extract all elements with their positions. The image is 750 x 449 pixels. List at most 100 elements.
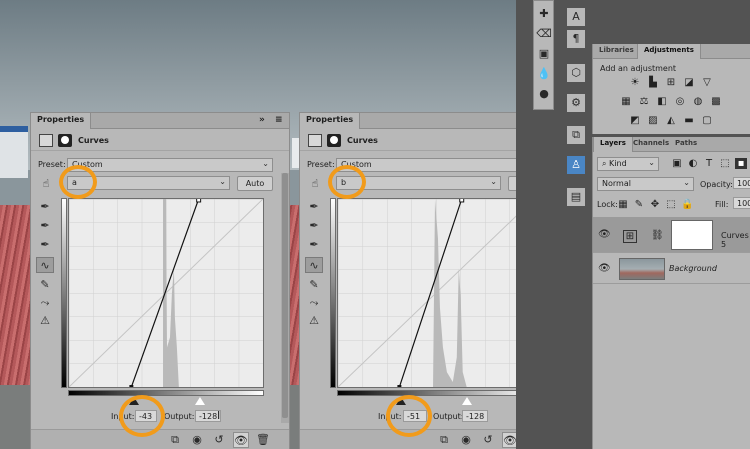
filter-kind-select[interactable]: ⌕ Kind ⌄ bbox=[597, 157, 659, 171]
properties-tab[interactable]: Properties bbox=[31, 113, 92, 129]
settings-icon[interactable]: ⚙ bbox=[567, 94, 585, 112]
fill-field[interactable]: 100% bbox=[733, 197, 750, 209]
channel-select[interactable]: b ⌄ bbox=[336, 176, 501, 190]
clone-source-icon[interactable]: ⧉ bbox=[567, 126, 585, 144]
artboard-icon[interactable]: ⬚ bbox=[665, 199, 677, 210]
eyedropper-gray-icon[interactable]: ✒ bbox=[36, 218, 54, 234]
eyedropper-black-icon[interactable]: ✒ bbox=[36, 199, 54, 215]
delete-icon[interactable]: 🗑 bbox=[255, 432, 271, 448]
hue-saturation-icon[interactable]: ▦ bbox=[620, 96, 632, 107]
input-field[interactable]: -43 bbox=[135, 410, 157, 422]
eyedropper-white-icon[interactable]: ✒ bbox=[36, 237, 54, 253]
reset-icon[interactable]: ↺ bbox=[480, 432, 496, 448]
black-white-icon[interactable]: ◧ bbox=[656, 96, 668, 107]
smooth-icon[interactable]: ⤳ bbox=[36, 295, 54, 311]
tab-adjustments[interactable]: Adjustments bbox=[637, 44, 701, 59]
filter-adjustment-icon[interactable]: ◐ bbox=[687, 158, 699, 169]
layer-row-background[interactable]: 👁 Background bbox=[593, 254, 750, 284]
white-point-slider[interactable] bbox=[462, 397, 472, 405]
gradient-map-icon[interactable]: ▬ bbox=[683, 115, 695, 126]
color-balance-icon[interactable]: ⚖ bbox=[638, 96, 650, 107]
dodge-icon[interactable]: ● bbox=[535, 85, 553, 103]
curve-point-start[interactable] bbox=[397, 385, 402, 388]
clipping-warning-icon[interactable]: ⚠ bbox=[36, 313, 54, 329]
color-lookup-icon[interactable]: ▩ bbox=[710, 96, 722, 107]
black-point-slider[interactable] bbox=[129, 397, 139, 405]
clipping-warning-icon[interactable]: ⚠ bbox=[305, 313, 323, 329]
eyedropper-black-icon[interactable]: ✒ bbox=[305, 199, 323, 215]
tab-libraries[interactable]: Libraries bbox=[593, 44, 640, 59]
filter-smart-object-icon[interactable]: ▪ bbox=[735, 158, 747, 169]
threshold-icon[interactable]: ◭ bbox=[665, 115, 677, 126]
properties-collapsed-icon[interactable]: ♙ bbox=[567, 156, 585, 174]
clip-to-layer-icon[interactable]: ⧉ bbox=[167, 432, 183, 448]
lock-transparent-icon[interactable]: ▦ bbox=[617, 199, 629, 210]
character-icon[interactable]: A bbox=[567, 8, 585, 26]
channel-mixer-icon[interactable]: ◍ bbox=[692, 96, 704, 107]
filter-pixel-icon[interactable]: ▣ bbox=[671, 158, 683, 169]
curves-adjustment-icon[interactable] bbox=[39, 134, 53, 147]
chain-link-icon[interactable]: ⛓ bbox=[651, 230, 664, 241]
lock-position-icon[interactable]: ✥ bbox=[649, 199, 661, 210]
panel-menu-icon[interactable]: ≡ bbox=[275, 115, 283, 125]
vibrance-icon[interactable]: ▽ bbox=[701, 77, 713, 88]
gradient-icon[interactable]: ▣ bbox=[535, 45, 553, 63]
curve-point-end[interactable] bbox=[459, 198, 465, 203]
healing-brush-icon[interactable]: ✚ bbox=[535, 5, 553, 23]
collapse-icon[interactable]: » bbox=[259, 115, 265, 125]
lock-image-icon[interactable]: ✎ bbox=[633, 199, 645, 210]
eye-icon[interactable]: 👁 bbox=[598, 229, 611, 240]
curve-points-icon[interactable]: ∿ bbox=[305, 257, 323, 273]
output-field[interactable]: -128 bbox=[462, 410, 488, 422]
pencil-icon[interactable]: ✎ bbox=[305, 277, 323, 293]
target-adjust-icon[interactable]: ☝ bbox=[37, 176, 55, 192]
lock-all-icon[interactable]: 🔒 bbox=[681, 199, 693, 210]
curve-points-icon[interactable]: ∿ bbox=[36, 257, 54, 273]
clip-to-layer-icon[interactable]: ⧉ bbox=[436, 432, 452, 448]
layer-mask-icon[interactable] bbox=[58, 134, 72, 147]
visibility-icon[interactable]: 👁 bbox=[233, 432, 249, 448]
eye-icon[interactable]: 👁 bbox=[598, 263, 611, 274]
eyedropper-white-icon[interactable]: ✒ bbox=[305, 237, 323, 253]
brightness-icon[interactable]: ☀ bbox=[629, 77, 641, 88]
photo-filter-icon[interactable]: ◎ bbox=[674, 96, 686, 107]
curves-adjustment-icon[interactable] bbox=[308, 134, 322, 147]
input-field[interactable]: -51 bbox=[403, 410, 427, 422]
curves-graph[interactable] bbox=[68, 198, 264, 388]
view-previous-icon[interactable]: ◉ bbox=[189, 432, 205, 448]
curve-point-end[interactable] bbox=[196, 198, 202, 203]
layer-row-curves[interactable]: 👁 ⊞ ⛓ Curves 5 bbox=[593, 217, 750, 253]
curves-icon[interactable]: ⊞ bbox=[665, 77, 677, 88]
layer-name[interactable]: Background bbox=[669, 264, 717, 273]
eraser-icon[interactable]: ⌫ bbox=[535, 25, 553, 43]
properties-tab[interactable]: Properties bbox=[300, 113, 361, 129]
layer-thumbnail[interactable] bbox=[619, 258, 665, 280]
properties-scrollbar[interactable] bbox=[281, 173, 289, 423]
preset-select[interactable]: Custom ⌄ bbox=[336, 158, 544, 172]
filter-shape-icon[interactable]: ⬚ bbox=[719, 158, 731, 169]
preset-select[interactable]: Custom ⌄ bbox=[67, 158, 273, 172]
auto-button[interactable]: Auto bbox=[237, 176, 273, 191]
paragraph-icon[interactable]: ¶ bbox=[567, 30, 585, 48]
tab-paths[interactable]: Paths bbox=[669, 137, 703, 152]
invert-icon[interactable]: ◩ bbox=[629, 115, 641, 126]
pencil-icon[interactable]: ✎ bbox=[36, 277, 54, 293]
levels-icon[interactable]: ▙ bbox=[647, 77, 659, 88]
opacity-field[interactable]: 100% bbox=[733, 177, 750, 189]
view-previous-icon[interactable]: ◉ bbox=[458, 432, 474, 448]
layer-name[interactable]: Curves 5 bbox=[721, 231, 750, 249]
channel-select[interactable]: a ⌄ bbox=[67, 176, 230, 190]
curves-graph[interactable] bbox=[337, 198, 535, 388]
reset-icon[interactable]: ↺ bbox=[211, 432, 227, 448]
eyedropper-gray-icon[interactable]: ✒ bbox=[305, 218, 323, 234]
filter-type-icon[interactable]: T bbox=[703, 158, 715, 169]
blend-mode-select[interactable]: Normal ⌄ bbox=[597, 177, 694, 191]
tab-channels[interactable]: Channels bbox=[627, 137, 675, 152]
target-adjust-icon[interactable]: ☝ bbox=[306, 176, 324, 192]
blur-icon[interactable]: 💧 bbox=[535, 65, 553, 83]
3d-icon[interactable]: ⬡ bbox=[567, 64, 585, 82]
black-point-slider[interactable] bbox=[396, 397, 406, 405]
layer-mask-thumbnail[interactable] bbox=[671, 220, 713, 250]
selective-color-icon[interactable]: ▢ bbox=[701, 115, 713, 126]
white-point-slider[interactable] bbox=[195, 397, 205, 405]
